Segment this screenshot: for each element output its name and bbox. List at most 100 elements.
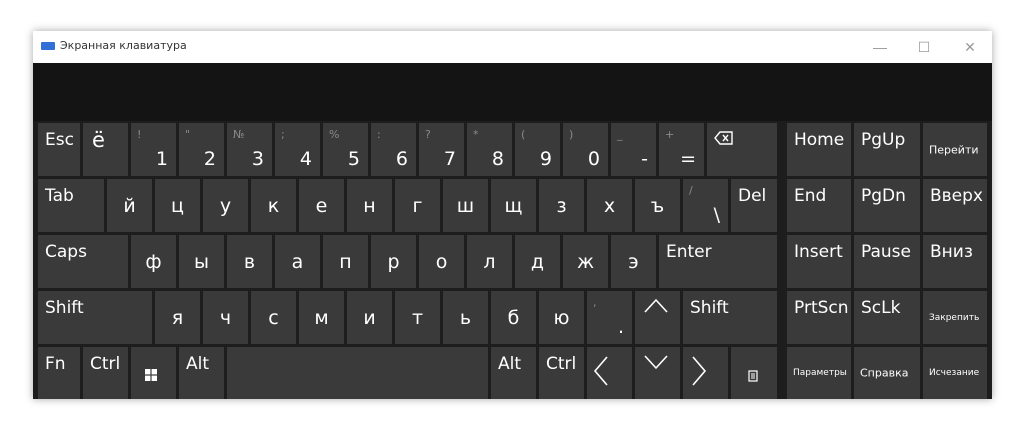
key-0[interactable]: ) 0	[563, 123, 608, 176]
key-esc[interactable]: Esc	[38, 123, 80, 176]
key-del[interactable]: Del	[731, 179, 777, 232]
key-label: Enter	[666, 242, 712, 262]
key-letter[interactable]: б	[491, 291, 536, 344]
key-letter[interactable]: ю	[539, 291, 584, 344]
key-label: 5	[347, 148, 360, 170]
key-pgdn[interactable]: PgDn	[854, 179, 920, 232]
key-1[interactable]: ! 1	[131, 123, 176, 176]
key-label: Alt	[186, 354, 210, 374]
key-arrow-up[interactable]	[635, 291, 680, 344]
key-label: Вверх	[930, 186, 983, 206]
key-tab[interactable]: Tab	[38, 179, 104, 232]
key-letter[interactable]: т	[395, 291, 440, 344]
key-label: й	[123, 194, 136, 217]
key-letter[interactable]: и	[347, 291, 392, 344]
key-letter[interactable]: к	[251, 179, 296, 232]
key-shift-label: !	[137, 128, 142, 141]
key-label: м	[314, 306, 329, 329]
key-letter[interactable]: у	[203, 179, 248, 232]
key-sclk[interactable]: ScLk	[854, 291, 920, 344]
maximize-button[interactable]: ☐	[902, 31, 946, 63]
key-letter[interactable]: л	[467, 235, 512, 288]
key-dock[interactable]: Закрепить	[923, 291, 987, 344]
key-letter[interactable]: ь	[443, 291, 488, 344]
key-down[interactable]: Вниз	[923, 235, 987, 288]
key-period[interactable]: ,.	[587, 291, 632, 344]
key-arrow-left[interactable]	[587, 347, 632, 399]
key-label: Pause	[861, 242, 911, 262]
key-backslash[interactable]: / \	[683, 179, 728, 232]
key-letter[interactable]: ч	[203, 291, 248, 344]
key-2[interactable]: " 2	[179, 123, 224, 176]
key-fn[interactable]: Fn	[38, 347, 80, 399]
key-goto[interactable]: Перейти	[923, 123, 987, 176]
key-pause[interactable]: Pause	[854, 235, 920, 288]
key-letter[interactable]: м	[299, 291, 344, 344]
key-letter[interactable]: е	[299, 179, 344, 232]
key-8[interactable]: * 8	[467, 123, 512, 176]
key-letter[interactable]: ц	[155, 179, 200, 232]
key-help[interactable]: Справка	[854, 347, 920, 399]
key-5[interactable]: % 5	[323, 123, 368, 176]
key-windows[interactable]	[131, 347, 176, 399]
key-letter[interactable]: п	[323, 235, 368, 288]
key-caps[interactable]: Caps	[38, 235, 128, 288]
minimize-button[interactable]: —	[858, 31, 902, 63]
key-pgup[interactable]: PgUp	[854, 123, 920, 176]
key-menu[interactable]	[731, 347, 777, 399]
key-yo[interactable]: ё	[83, 123, 128, 176]
key-shift-right[interactable]: Shift	[683, 291, 777, 344]
key-letter[interactable]: з	[539, 179, 584, 232]
key-minus[interactable]: _ -	[611, 123, 656, 176]
key-prtscn[interactable]: PrtScn	[787, 291, 851, 344]
title-bar[interactable]: Экранная клавиатура — ☐ ✕	[33, 31, 992, 63]
key-fade[interactable]: Исчезание	[923, 347, 987, 399]
key-letter[interactable]: ъ	[635, 179, 680, 232]
key-letter[interactable]: в	[227, 235, 272, 288]
key-3[interactable]: № 3	[227, 123, 272, 176]
key-shift-label: "	[185, 128, 191, 141]
key-letter[interactable]: а	[275, 235, 320, 288]
key-label: ф	[145, 250, 162, 273]
key-end[interactable]: End	[787, 179, 851, 232]
key-ctrl-left[interactable]: Ctrl	[83, 347, 128, 399]
close-button[interactable]: ✕	[948, 31, 992, 63]
key-label: Alt	[498, 354, 522, 374]
key-letter[interactable]: г	[395, 179, 440, 232]
key-enter[interactable]: Enter	[659, 235, 777, 288]
key-6[interactable]: :6	[371, 123, 416, 176]
key-shift-left[interactable]: Shift	[38, 291, 152, 344]
key-letter[interactable]: ф	[131, 235, 176, 288]
key-letter[interactable]: д	[515, 235, 560, 288]
key-arrow-right[interactable]	[683, 347, 728, 399]
key-letter[interactable]: й	[107, 179, 152, 232]
key-alt-left[interactable]: Alt	[179, 347, 224, 399]
key-space[interactable]	[227, 347, 488, 399]
key-letter[interactable]: р	[371, 235, 416, 288]
key-letter[interactable]: с	[251, 291, 296, 344]
key-letter[interactable]: ж	[563, 235, 608, 288]
key-letter[interactable]: щ	[491, 179, 536, 232]
key-letter[interactable]: ш	[443, 179, 488, 232]
key-letter[interactable]: о	[419, 235, 464, 288]
key-letter[interactable]: х	[587, 179, 632, 232]
key-letter[interactable]: э	[611, 235, 656, 288]
key-alt-right[interactable]: Alt	[491, 347, 536, 399]
key-arrow-down[interactable]	[635, 347, 680, 399]
key-shift-label: +	[665, 128, 675, 141]
key-label: 9	[539, 148, 552, 170]
key-backspace[interactable]	[707, 123, 777, 176]
key-9[interactable]: (9	[515, 123, 560, 176]
key-ctrl-right[interactable]: Ctrl	[539, 347, 584, 399]
key-insert[interactable]: Insert	[787, 235, 851, 288]
key-4[interactable]: ; 4	[275, 123, 320, 176]
key-equals[interactable]: + =	[659, 123, 704, 176]
key-letter[interactable]: я	[155, 291, 200, 344]
key-7[interactable]: ? 7	[419, 123, 464, 176]
key-up[interactable]: Вверх	[923, 179, 987, 232]
key-home[interactable]: Home	[787, 123, 851, 176]
key-letter[interactable]: н	[347, 179, 392, 232]
key-letter[interactable]: ы	[179, 235, 224, 288]
key-label: е	[315, 194, 328, 217]
key-options[interactable]: Параметры	[787, 347, 851, 399]
